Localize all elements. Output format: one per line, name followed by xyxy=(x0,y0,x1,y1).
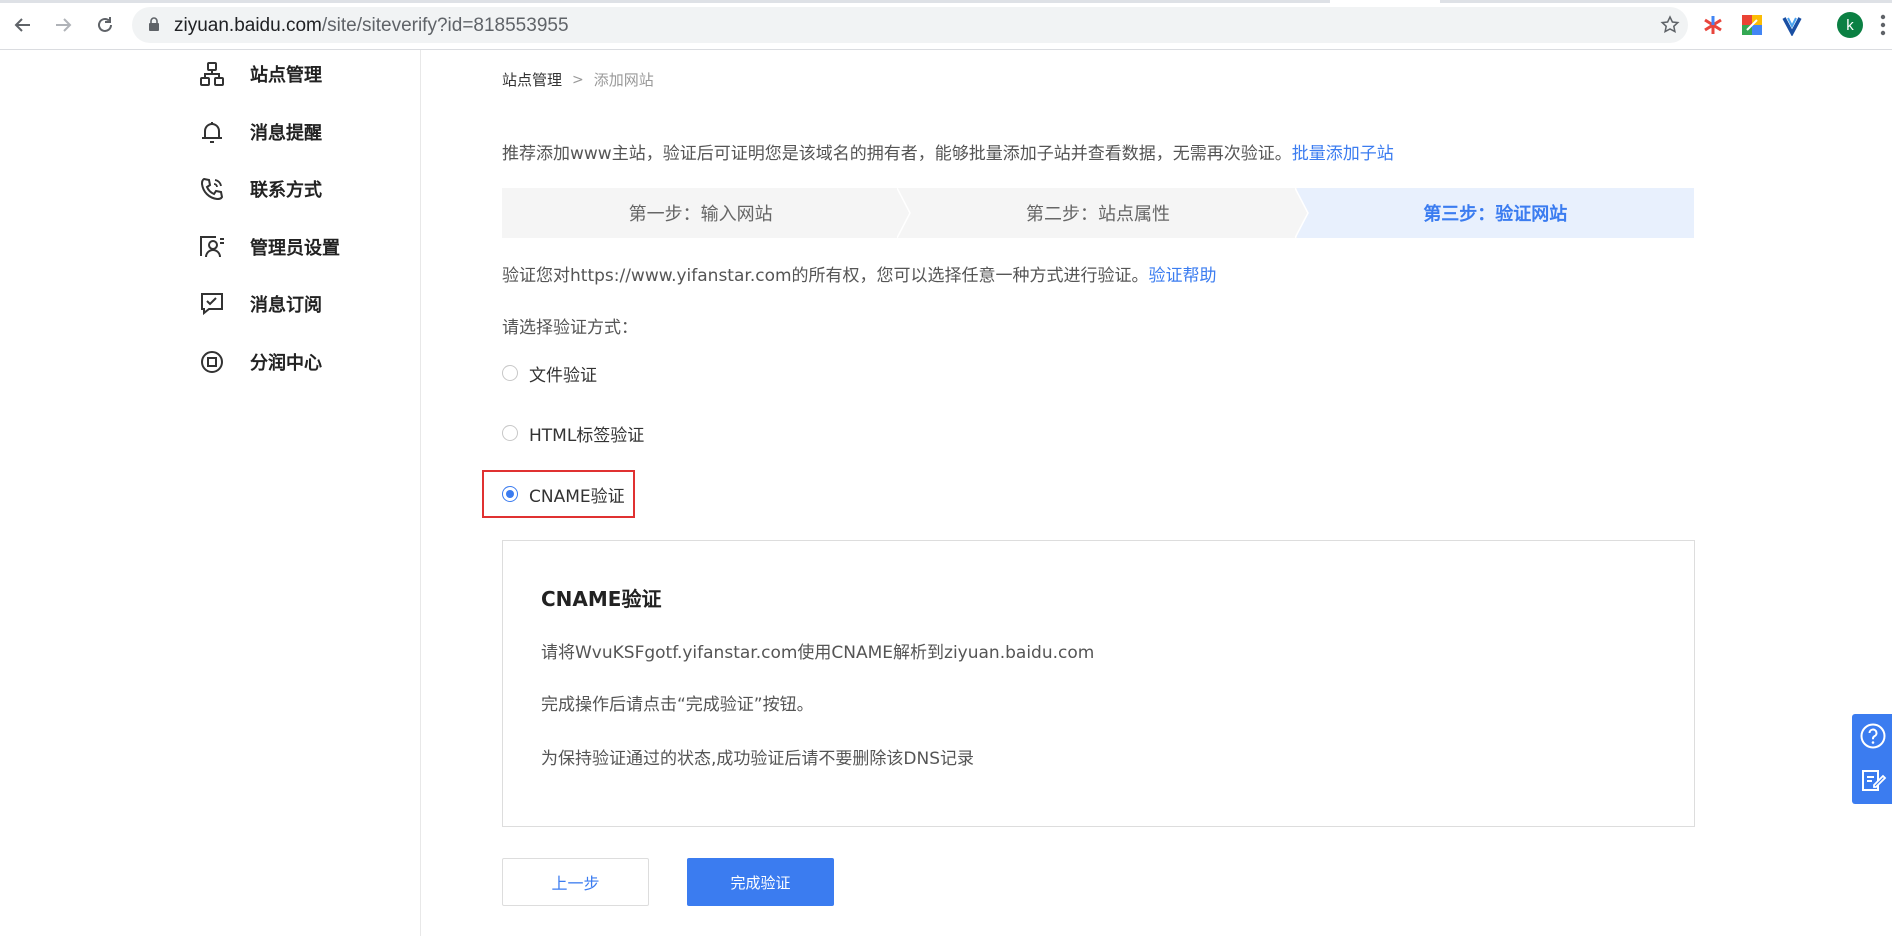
step-label: 第二步：站点属性 xyxy=(1025,204,1170,225)
intro-text: 推荐添加www主站，验证后可证明您是该域名的拥有者，能够批量添加子站并查看数据，… xyxy=(502,139,1394,164)
panel-instruction-line: 请将WvuKSFgotf.yifanstar.com使用CNAME解析到ziyu… xyxy=(541,643,1095,663)
tab-strip-edge xyxy=(1440,0,1892,3)
step-3-active: 第三步：验证网站 xyxy=(1296,188,1694,238)
question-icon xyxy=(1860,723,1886,749)
admin-icon xyxy=(198,233,226,261)
radio-label: HTML标签验证 xyxy=(529,425,645,446)
step-progress: 第一步：输入网站 第二步：站点属性 第三步：验证网站 xyxy=(502,188,1694,238)
reload-icon xyxy=(98,17,112,32)
address-bar[interactable]: ziyuan.baidu.com/site/siteverify?id=8185… xyxy=(132,7,1688,43)
extension-v-icon[interactable] xyxy=(1781,14,1803,36)
edit-note-icon xyxy=(1862,770,1887,791)
sidebar-item-contact[interactable]: 联系方式 xyxy=(198,171,322,207)
radio-cname-verify[interactable]: CNAME验证 xyxy=(502,479,625,509)
floating-toolbar xyxy=(1852,714,1892,804)
panel-instruction-line: 为保持验证通过的状态,成功验证后请不要删除该DNS记录 xyxy=(541,749,975,769)
back-button[interactable] xyxy=(10,12,36,38)
sidebar-item-label: 消息提醒 xyxy=(250,123,322,144)
choose-method-label: 请选择验证方式： xyxy=(502,318,638,338)
radio-button[interactable] xyxy=(502,425,518,441)
radio-label: 文件验证 xyxy=(529,365,597,386)
breadcrumb-current: 添加网站 xyxy=(593,71,654,89)
revenue-icon xyxy=(198,348,226,376)
profile-avatar[interactable]: k xyxy=(1837,12,1863,38)
sidebar-item-label: 联系方式 xyxy=(250,180,322,201)
phone-icon xyxy=(198,175,226,203)
lock-icon xyxy=(149,17,159,31)
browser-toolbar: ziyuan.baidu.com/site/siteverify?id=8185… xyxy=(0,0,1892,50)
extension-colorful-icon[interactable] xyxy=(1741,14,1763,36)
feedback-button[interactable] xyxy=(1859,766,1887,794)
help-button[interactable] xyxy=(1859,722,1887,750)
radio-button-checked[interactable] xyxy=(502,486,518,502)
previous-step-button[interactable]: 上一步 xyxy=(502,858,649,906)
sidebar-item-notifications[interactable]: 消息提醒 xyxy=(198,114,322,150)
bell-icon xyxy=(198,118,226,146)
radio-html-tag-verify[interactable]: HTML标签验证 xyxy=(502,418,644,448)
step-label: 第三步：验证网站 xyxy=(1423,204,1568,225)
step-arrow xyxy=(897,188,912,238)
verify-description: 验证您对https://www.yifanstar.com的所有权，您可以选择任… xyxy=(502,261,1217,286)
intro-message: 推荐添加www主站，验证后可证明您是该域名的拥有者，能够批量添加子站并查看数据，… xyxy=(502,144,1292,164)
panel-title: CNAME验证 xyxy=(541,587,662,611)
extension-asterisk-icon[interactable] xyxy=(1702,14,1724,36)
verify-help-link[interactable]: 验证帮助 xyxy=(1149,266,1217,286)
main-content: 站点管理 > 添加网站 推荐添加www主站，验证后可证明您是该域名的拥有者，能够… xyxy=(422,50,1892,936)
sidebar-item-subscription[interactable]: 消息订阅 xyxy=(198,286,322,322)
bookmark-star-icon[interactable] xyxy=(1660,15,1680,35)
step-2: 第二步：站点属性 xyxy=(899,188,1309,238)
verify-desc-text: 验证您对https://www.yifanstar.com的所有权，您可以选择任… xyxy=(502,266,1149,286)
step-1: 第一步：输入网站 xyxy=(502,188,912,238)
subscribe-icon xyxy=(198,290,226,318)
tab-strip-edge xyxy=(0,0,1330,3)
arrow-right-icon xyxy=(56,18,72,32)
sidebar-item-admin-settings[interactable]: 管理员设置 xyxy=(198,229,340,265)
sidebar-item-label: 管理员设置 xyxy=(250,238,340,259)
breadcrumb-root[interactable]: 站点管理 xyxy=(502,69,562,90)
sidebar-item-label: 分润中心 xyxy=(250,353,322,374)
sidebar-item-revenue-center[interactable]: 分润中心 xyxy=(198,344,322,380)
step-arrow xyxy=(1294,188,1309,238)
reload-button[interactable] xyxy=(92,12,118,38)
breadcrumb-separator: > xyxy=(572,71,584,88)
forward-button[interactable] xyxy=(50,12,76,38)
radio-file-verify[interactable]: 文件验证 xyxy=(502,358,597,388)
sitemap-icon xyxy=(198,60,226,88)
radio-label: CNAME验证 xyxy=(529,486,625,507)
batch-add-subsites-link[interactable]: 批量添加子站 xyxy=(1292,144,1394,164)
arrow-left-icon xyxy=(14,18,30,32)
complete-verification-button[interactable]: 完成验证 xyxy=(687,858,834,906)
sidebar-item-label: 站点管理 xyxy=(250,65,322,86)
sidebar-item-site-management[interactable]: 站点管理 xyxy=(198,56,322,92)
step-label: 第一步：输入网站 xyxy=(628,204,773,225)
radio-button[interactable] xyxy=(502,365,518,381)
url-text: ziyuan.baidu.com/site/siteverify?id=8185… xyxy=(174,15,569,36)
cname-instructions-panel: CNAME验证 请将WvuKSFgotf.yifanstar.com使用CNAM… xyxy=(502,540,1695,827)
sidebar-item-label: 消息订阅 xyxy=(250,295,322,316)
browser-menu-icon[interactable] xyxy=(1880,14,1886,36)
sidebar: 站点管理 消息提醒 联系方式 管理员设置 消息订阅 分润中心 xyxy=(0,50,421,936)
panel-instruction-line: 完成操作后请点击“完成验证”按钮。 xyxy=(541,695,814,715)
breadcrumb: 站点管理 > 添加网站 xyxy=(502,69,654,90)
